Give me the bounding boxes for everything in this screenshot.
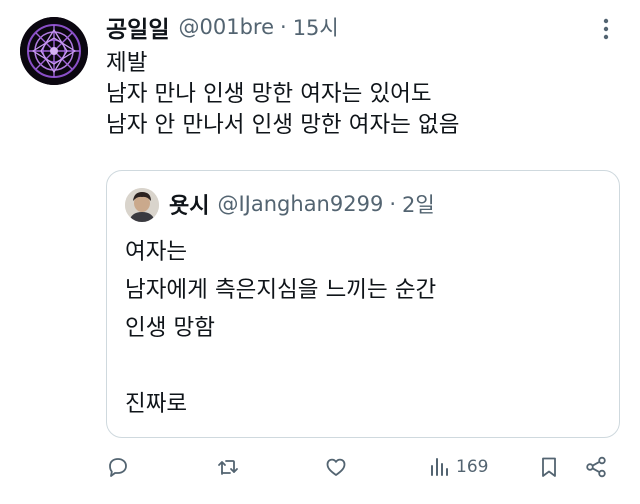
author-avatar[interactable]: [20, 17, 88, 85]
header-separator: ·: [280, 15, 287, 39]
avatar-mandala-image: [20, 17, 88, 85]
like-button[interactable]: [324, 454, 348, 480]
tweet-text-line: 남자 만나 인생 망한 여자는 있어도: [106, 81, 432, 107]
views-count: 169: [456, 457, 489, 477]
share-icon: [586, 456, 606, 478]
quoted-tweet[interactable]: 욧시 @IJanghan9299 · 2일 여자는 남자에게 측은지심을 느끼는…: [106, 170, 620, 438]
retweet-button[interactable]: [216, 454, 240, 480]
views-button[interactable]: 169: [428, 454, 488, 480]
quoted-avatar-image: [125, 188, 159, 222]
share-button[interactable]: [584, 454, 608, 480]
quoted-author-handle[interactable]: @IJanghan9299: [217, 192, 383, 216]
quoted-tweet-time[interactable]: 2일: [402, 189, 435, 219]
tweet-text-line: 제발: [106, 50, 148, 76]
reply-button[interactable]: [106, 454, 130, 480]
quoted-author-name[interactable]: 욧시: [169, 188, 209, 220]
author-name[interactable]: 공일일: [106, 10, 169, 44]
reply-icon: [109, 458, 127, 477]
quoted-text-line: [125, 347, 436, 385]
tweet-time[interactable]: 15시: [293, 12, 339, 42]
quoted-tweet-text: 여자는 남자에게 측은지심을 느끼는 순간 인생 망함 진짜로: [125, 233, 436, 423]
quoted-text-line: 여자는: [125, 239, 188, 265]
tweet-text-line: 남자 안 만나서 인생 망한 여자는 없음: [106, 112, 460, 138]
quoted-text-line: 인생 망함: [125, 315, 215, 341]
tweet-text: 제발 남자 만나 인생 망한 여자는 있어도 남자 안 만나서 인생 망한 여자…: [106, 48, 459, 141]
heart-icon: [326, 458, 346, 476]
tweet-action-bar: 169: [0, 450, 640, 484]
quoted-header-separator: ·: [389, 192, 396, 216]
retweet-icon: [218, 460, 238, 475]
quoted-author-avatar[interactable]: [125, 188, 159, 222]
quoted-tweet-header: 욧시 @IJanghan9299 · 2일: [169, 187, 435, 221]
bookmark-button[interactable]: [537, 454, 561, 480]
more-options-button[interactable]: [598, 18, 614, 40]
quoted-text-line: 진짜로: [125, 391, 188, 417]
quoted-text-line: 남자에게 측은지심을 느끼는 순간: [125, 277, 437, 303]
more-dots-icon: [603, 18, 609, 40]
views-icon: [431, 458, 448, 476]
author-handle[interactable]: @001bre: [178, 15, 274, 39]
bookmark-icon: [542, 457, 556, 477]
tweet-header: 공일일 @001bre · 15시: [106, 10, 339, 44]
tweet-card[interactable]: 공일일 @001bre · 15시 제발 남자 만나 인생 망한 여자는 있어도…: [0, 0, 640, 504]
